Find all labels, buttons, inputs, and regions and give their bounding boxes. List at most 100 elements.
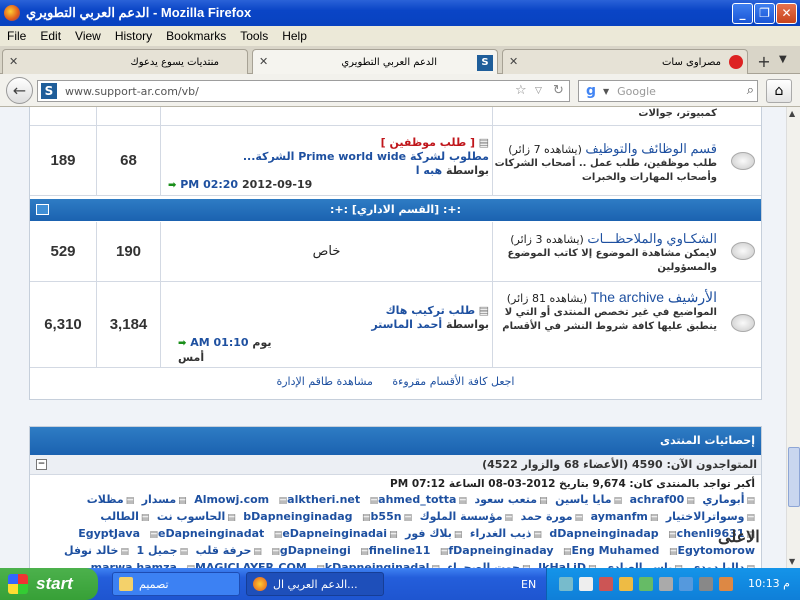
forum-name[interactable]: قسم الوظائف والتوظيف xyxy=(585,141,717,156)
new-tab-plus-icon[interactable]: + xyxy=(753,52,775,72)
google-search-engine-icon[interactable]: g xyxy=(582,82,600,100)
online-member-link[interactable]: الطالب xyxy=(100,510,149,523)
online-member-link[interactable]: الحاسوب نت xyxy=(157,510,236,523)
online-member-link[interactable]: fineline11 xyxy=(358,544,430,557)
forum-name[interactable]: الشكـاوي والملاحظـــات xyxy=(587,231,717,246)
online-member-link[interactable]: MAGICLAYER.COM xyxy=(184,561,306,568)
tray-messenger-icon[interactable] xyxy=(619,577,633,591)
last-post-author[interactable]: أحمد الماستر xyxy=(371,318,442,331)
navigation-bar: ← S www.support-ar.com/vb/ ☆ ▽ ↻ g ▼ Goo… xyxy=(0,74,800,107)
tray-display-icon[interactable] xyxy=(679,577,693,591)
online-member-link[interactable]: داليا دودي xyxy=(690,561,755,568)
online-member-link[interactable]: achraf00 xyxy=(630,493,695,506)
last-post: ▤ [ طلب موظفين ] مطلوب لشركة Prime world… xyxy=(164,136,489,193)
url-bar[interactable]: S www.support-ar.com/vb/ ☆ ▽ ↻ xyxy=(37,80,570,102)
online-member-link[interactable]: kDapneinginadal xyxy=(314,561,429,568)
online-member-link[interactable]: ذيب الغدراء xyxy=(470,527,542,540)
menu-view[interactable]: View xyxy=(68,29,108,43)
collapse-icon[interactable] xyxy=(36,204,49,215)
minimize-button[interactable]: _ xyxy=(732,3,753,24)
last-post-title[interactable]: طلب تركيب هاك xyxy=(386,304,476,317)
scroll-down-arrow-icon[interactable]: ▼ xyxy=(789,557,795,566)
back-arrow-icon[interactable]: ← xyxy=(6,77,33,104)
menu-history[interactable]: History xyxy=(108,29,159,43)
tab-list-chevron-down-icon[interactable]: ▼ xyxy=(779,54,787,65)
start-button[interactable]: start xyxy=(0,568,98,600)
online-member-link[interactable]: ياسر العبادي xyxy=(604,561,683,568)
last-post-author[interactable]: هبه ا xyxy=(416,164,442,177)
menu-help[interactable]: Help xyxy=(275,29,314,43)
tab-close-icon[interactable]: ✕ xyxy=(259,55,268,68)
online-member-link[interactable]: fDapneinginaday xyxy=(438,544,554,557)
goto-last-post-arrow-icon[interactable]: ➡ xyxy=(178,338,186,349)
tab-label: مصراوى سات xyxy=(662,56,721,68)
online-member-link[interactable]: متعب سعود xyxy=(475,493,548,506)
forum-name[interactable]: الأرشيف The archive xyxy=(591,289,717,305)
tab-masrawy[interactable]: مصراوى سات ✕ xyxy=(502,49,748,74)
goto-last-post-arrow-icon[interactable]: ➡ xyxy=(168,180,176,191)
online-member-link[interactable]: مورة حمد xyxy=(521,510,584,523)
online-member-link[interactable]: مؤسسة الملوك xyxy=(420,510,513,523)
online-member-link[interactable]: بلاك فور xyxy=(405,527,462,540)
online-member-link[interactable]: IkHaLiD xyxy=(538,561,596,568)
bookmark-star-icon[interactable]: ☆ xyxy=(515,83,527,98)
tray-app-icon[interactable] xyxy=(579,577,593,591)
view-staff-link[interactable]: مشاهدة طاقم الإدارة xyxy=(276,375,372,388)
mark-all-read-link[interactable]: اجعل كافة الأقسام مقروءة xyxy=(392,375,514,388)
category-title[interactable]: :+: [القسم الاداري] :+: xyxy=(330,203,461,216)
last-post-title[interactable]: مطلوب لشركة Prime world wide الشركة... xyxy=(243,150,489,163)
tray-usb-icon[interactable] xyxy=(699,577,713,591)
online-member-link[interactable]: مايا ياسين xyxy=(555,493,622,506)
online-member-link[interactable]: أبوماري xyxy=(702,493,755,506)
language-indicator[interactable]: EN xyxy=(521,578,536,591)
taskbar-item-firefox[interactable]: الدعم العربي ال... xyxy=(246,572,384,596)
scroll-up-arrow-icon[interactable]: ▲ xyxy=(789,109,795,118)
tab-close-icon[interactable]: ✕ xyxy=(9,55,18,68)
online-member-link[interactable]: b55n xyxy=(360,510,402,523)
online-member-link[interactable]: gDapneingi xyxy=(269,544,350,557)
menu-tools[interactable]: Tools xyxy=(233,29,275,43)
online-member-link[interactable]: جميل 1 xyxy=(136,544,188,557)
tab-yasou[interactable]: منتديات يسوع يدعوك ✕ xyxy=(2,49,248,74)
search-box[interactable]: g ▼ Google ⌕ xyxy=(578,80,758,102)
collapse-minus-icon[interactable]: − xyxy=(36,459,47,470)
back-to-top-watermark[interactable]: الاعلى xyxy=(718,527,760,546)
scrollbar-thumb[interactable] xyxy=(788,447,800,507)
online-member-link[interactable]: aymanfm xyxy=(591,510,659,523)
menu-bookmarks[interactable]: Bookmarks xyxy=(159,29,233,43)
maximize-button[interactable]: ❐ xyxy=(754,3,775,24)
last-post: ▤ طلب تركيب هاك بواسطة أحمد الماستر ➡ AM… xyxy=(164,304,489,364)
tray-update-icon[interactable] xyxy=(639,577,653,591)
online-member-link[interactable]: eDapneinginadat xyxy=(148,527,265,540)
menu-edit[interactable]: Edit xyxy=(33,29,68,43)
forum-viewers: (يشاهده 7 زائر) xyxy=(508,143,582,156)
tab-support-ar[interactable]: S الدعم العربي التطويري ✕ xyxy=(252,49,498,75)
window-titlebar: الدعم العربي التطويري - Mozilla Firefox … xyxy=(0,0,800,26)
online-member-link[interactable]: مظلات xyxy=(87,493,134,506)
online-member-link[interactable]: حرفة قلب xyxy=(196,544,262,557)
tray-antivirus-icon[interactable] xyxy=(719,577,733,591)
tray-network-icon[interactable] xyxy=(559,577,573,591)
online-member-link[interactable]: جوت الصحراء xyxy=(447,561,530,568)
online-member-link[interactable]: خالد نوفل xyxy=(64,544,129,557)
close-button[interactable]: ✕ xyxy=(776,3,797,24)
tray-volume-icon[interactable] xyxy=(659,577,673,591)
url-history-chevron-icon[interactable]: ▽ xyxy=(535,86,542,96)
online-member-link[interactable]: eDapneinginadai xyxy=(272,527,387,540)
tray-security-icon[interactable] xyxy=(599,577,613,591)
search-engine-chevron-icon[interactable]: ▼ xyxy=(603,87,609,96)
vertical-scrollbar[interactable]: ▲ ▼ xyxy=(786,107,800,568)
home-icon[interactable]: ⌂ xyxy=(766,79,792,103)
online-member-link[interactable]: ahmed_totta xyxy=(368,493,457,506)
reload-icon[interactable]: ↻ xyxy=(553,83,564,98)
url-text[interactable]: www.support-ar.com/vb/ xyxy=(65,85,199,98)
taskbar-item-folder[interactable]: تصميم xyxy=(112,572,240,596)
tab-close-icon[interactable]: ✕ xyxy=(509,55,518,68)
site-identity-icon[interactable]: S xyxy=(41,83,57,99)
menu-file[interactable]: File xyxy=(0,29,33,43)
online-member-link[interactable]: وسواترالاختيار xyxy=(666,510,755,523)
online-member-link[interactable]: Eng Muhamed xyxy=(561,544,659,557)
search-magnifier-icon[interactable]: ⌕ xyxy=(747,83,754,98)
online-member-link[interactable]: مسدار xyxy=(142,493,187,506)
online-member-link[interactable]: alktheri.net xyxy=(277,493,361,506)
